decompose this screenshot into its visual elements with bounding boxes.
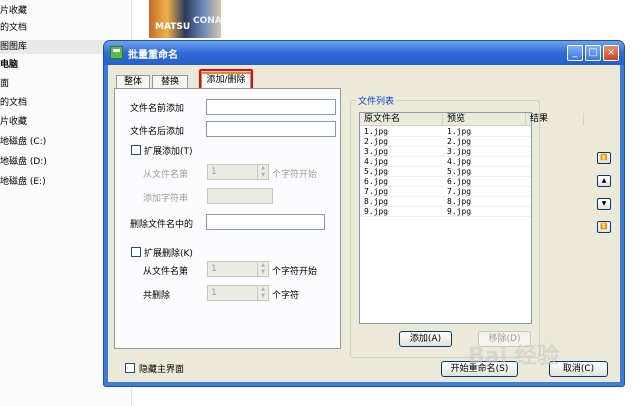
- watermark: Bai 经验: [468, 344, 559, 369]
- maximize-button[interactable]: □: [585, 45, 601, 61]
- preview-filename: 6.jpg: [447, 177, 472, 186]
- original-filename: 8.jpg: [364, 197, 389, 206]
- extend-delete-checkbox[interactable]: [131, 247, 141, 257]
- title-bar[interactable]: 批量重命名 _ □ ×: [104, 41, 624, 65]
- table-row[interactable]: 4.jpg 4.jpg: [360, 157, 531, 167]
- total-delete-stepper[interactable]: 1 ▲ ▼: [207, 285, 269, 301]
- original-filename: 4.jpg: [364, 157, 389, 166]
- preview-filename: 3.jpg: [447, 147, 472, 156]
- table-row[interactable]: 2.jpg 2.jpg: [360, 137, 531, 147]
- column-preview[interactable]: 预览: [443, 113, 526, 126]
- preview-filename: 7.jpg: [447, 187, 472, 196]
- add-delete-panel: 文件名前添加 文件名后添加 扩展添加(T) 从文件名第 1 ▲ ▼ 个字符开始 添…: [114, 88, 341, 349]
- total-delete-unit: 个字符: [272, 291, 300, 301]
- add-from-char-value: 1: [211, 167, 217, 177]
- sidebar-item-desktop[interactable]: 面: [0, 77, 9, 91]
- delete-from-char-unit: 个字符开始: [272, 267, 318, 277]
- sidebar-item-picture-favorites[interactable]: 片收藏: [0, 115, 27, 129]
- delete-in-label: 删除文件名中的: [130, 220, 194, 230]
- add-from-char-stepper[interactable]: 1 ▲ ▼: [207, 164, 269, 180]
- app-icon: [110, 46, 123, 59]
- move-bottom-icon[interactable]: ⏬: [597, 221, 611, 233]
- move-top-icon[interactable]: ⏫: [597, 152, 611, 164]
- add-string-label: 添加字符串: [143, 194, 189, 204]
- batch-rename-dialog: 批量重命名 _ □ × 整体 替换 添加/删除 文件名前添加 文件名后添加 扩展…: [104, 41, 624, 386]
- spin-arrows-icon[interactable]: ▲ ▼: [257, 286, 268, 300]
- table-row[interactable]: 6.jpg 6.jpg: [360, 177, 531, 187]
- original-filename: 9.jpg: [364, 207, 389, 216]
- preview-filename: 2.jpg: [447, 137, 472, 146]
- sidebar-item-drive-c[interactable]: 地磁盘 (C:): [0, 135, 46, 149]
- delete-from-char-stepper[interactable]: 1 ▲ ▼: [207, 261, 269, 277]
- spin-arrows-icon[interactable]: ▲ ▼: [257, 262, 268, 276]
- spin-arrows-icon[interactable]: ▲ ▼: [257, 165, 268, 179]
- extend-add-checkbox[interactable]: [131, 145, 141, 155]
- add-string-input[interactable]: [207, 188, 273, 204]
- add-file-button[interactable]: 添加(A): [399, 331, 452, 347]
- column-original-name[interactable]: 原文件名: [360, 113, 443, 126]
- table-row[interactable]: 1.jpg 1.jpg: [360, 127, 531, 137]
- minimize-button[interactable]: _: [567, 45, 583, 61]
- preview-filename: 9.jpg: [447, 207, 472, 216]
- delete-from-char-value: 1: [211, 264, 217, 274]
- preview-filename: 5.jpg: [447, 167, 472, 176]
- move-down-icon[interactable]: ▼: [597, 198, 611, 210]
- extend-add-label: 扩展添加(T): [144, 147, 193, 157]
- original-filename: 6.jpg: [364, 177, 389, 186]
- tab-replace[interactable]: 替换: [152, 75, 188, 89]
- thumbnail-text-1: MATSU: [155, 22, 191, 32]
- move-up-icon[interactable]: ▲: [597, 175, 611, 187]
- thumbnail-text-2: CONA: [193, 16, 222, 26]
- dialog-title: 批量重命名: [128, 50, 178, 61]
- table-row[interactable]: 5.jpg 5.jpg: [360, 167, 531, 177]
- original-filename: 7.jpg: [364, 187, 389, 196]
- prefix-label: 文件名前添加: [130, 104, 185, 114]
- sidebar-item-my-documents[interactable]: 的文档: [0, 96, 27, 110]
- table-row[interactable]: 8.jpg 8.jpg: [360, 197, 531, 207]
- original-filename: 1.jpg: [364, 127, 389, 136]
- table-row[interactable]: 7.jpg 7.jpg: [360, 187, 531, 197]
- dialog-client: 整体 替换 添加/删除 文件名前添加 文件名后添加 扩展添加(T) 从文件名第 …: [108, 65, 620, 382]
- preview-filename: 8.jpg: [447, 197, 472, 206]
- total-delete-value: 1: [211, 288, 217, 298]
- delete-in-input[interactable]: [206, 214, 325, 230]
- table-row[interactable]: 3.jpg 3.jpg: [360, 147, 531, 157]
- sidebar-item-computer[interactable]: 电脑: [0, 58, 18, 72]
- table-row[interactable]: 9.jpg 9.jpg: [360, 207, 531, 217]
- sidebar-item-drive-e[interactable]: 地磁盘 (E:): [0, 175, 46, 189]
- extend-delete-label: 扩展删除(K): [144, 249, 193, 259]
- image-thumbnail[interactable]: MATSU CONA: [149, 0, 222, 38]
- original-filename: 2.jpg: [364, 137, 389, 146]
- hide-main-label: 隐藏主界面: [139, 365, 185, 375]
- add-from-char-unit: 个字符开始: [272, 170, 318, 180]
- file-list-title: 文件列表: [356, 94, 397, 107]
- preview-filename: 1.jpg: [447, 127, 472, 136]
- original-filename: 3.jpg: [364, 147, 389, 156]
- sidebar-item-documents[interactable]: 的文档: [0, 21, 27, 35]
- total-delete-label: 共删除: [143, 291, 171, 301]
- close-button[interactable]: ×: [603, 45, 619, 61]
- tab-overall[interactable]: 整体: [116, 75, 150, 89]
- delete-from-char-label: 从文件名第: [143, 267, 189, 277]
- prefix-input[interactable]: [206, 99, 336, 115]
- suffix-label: 文件名后添加: [130, 127, 185, 137]
- sidebar-item-pictures[interactable]: 片收藏: [0, 4, 27, 18]
- column-result[interactable]: 结果: [526, 113, 584, 126]
- add-from-char-label: 从文件名第: [143, 170, 189, 180]
- preview-filename: 4.jpg: [447, 157, 472, 166]
- file-list-view[interactable]: 原文件名 预览 结果 1.jpg 1.jpg 2.jpg 2.jpg 3.jpg 3.jp…: [359, 112, 584, 324]
- suffix-input[interactable]: [206, 121, 336, 137]
- original-filename: 5.jpg: [364, 167, 389, 176]
- hide-main-checkbox[interactable]: [125, 363, 135, 373]
- file-list-header: 原文件名 预览 结果: [360, 113, 584, 126]
- sidebar-item-drive-d[interactable]: 地磁盘 (D:): [0, 155, 47, 169]
